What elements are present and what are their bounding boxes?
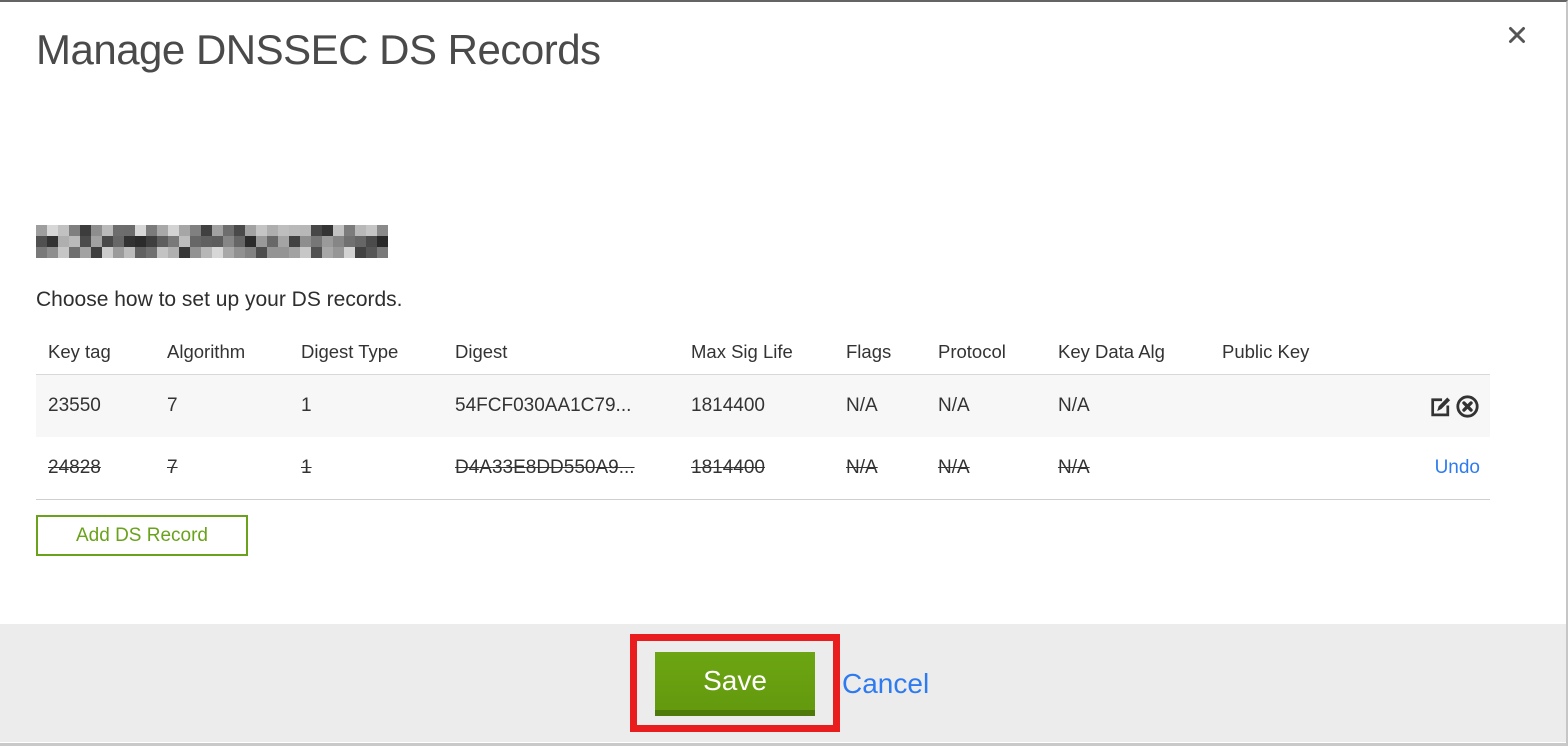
add-ds-record-button[interactable]: Add DS Record [36,515,248,556]
column-header: Public Key [1210,330,1410,375]
instruction-text: Choose how to set up your DS records. [36,288,403,311]
table-cell: 24828 [36,437,155,500]
redacted-domain-name [36,225,388,258]
table-cell: N/A [938,395,970,416]
table-cell: 1 [301,395,312,416]
row-actions [1410,375,1490,438]
ds-records-table-container: Key tag Algorithm Digest Type Digest Max Sig… [36,330,1490,500]
delete-icon[interactable] [1455,394,1480,419]
table-header-row: Key tag Algorithm Digest Type Digest Max Sig… [36,330,1490,375]
table-cell: 1814400 [679,437,834,500]
table-cell [1210,375,1410,438]
table-cell: N/A [834,437,926,500]
table-cell: 7 [167,395,178,416]
undo-link[interactable]: Undo [1435,457,1480,478]
table-row: 24828 7 1 D4A33E8DD550A9... 1814400 N/A N/A N/A… [36,437,1490,500]
ds-table-body: 23550 7 1 54FCF030AA1C79... 1814400 N/A N/A N/A… [36,374,1490,500]
column-header: Key Data Alg [1046,330,1210,375]
edit-icon[interactable] [1428,394,1453,419]
column-header: Protocol [926,330,1046,375]
column-header-actions [1410,330,1490,375]
column-header: Max Sig Life [679,330,834,375]
table-cell: N/A [1046,437,1210,500]
table-cell: N/A [846,395,878,416]
close-button[interactable] [1502,22,1532,52]
table-cell: 1814400 [691,395,765,416]
close-icon [1506,24,1528,51]
dnssec-modal: Manage DNSSEC DS Records Choose how to s… [0,0,1568,746]
save-button[interactable]: Save [655,652,815,716]
cancel-link[interactable]: Cancel [842,668,929,700]
table-cell: 1 [289,437,443,500]
ds-records-table: Key tag Algorithm Digest Type Digest Max Sig… [36,330,1490,500]
row-actions: Undo [1410,437,1490,500]
column-header: Key tag [36,330,155,375]
column-header: Digest [443,330,679,375]
column-header: Algorithm [155,330,289,375]
table-cell: N/A [926,437,1046,500]
table-cell: N/A [1058,395,1090,416]
table-row: 23550 7 1 54FCF030AA1C79... 1814400 N/A N/A N/A [36,374,1490,438]
column-header: Flags [834,330,926,375]
table-cell: D4A33E8DD550A9... [443,437,679,500]
table-cell: 7 [155,437,289,500]
table-cell [1210,437,1410,500]
page-title: Manage DNSSEC DS Records [36,26,601,73]
table-cell: 23550 [48,395,101,416]
table-cell: 54FCF030AA1C79... [455,395,632,416]
column-header: Digest Type [289,330,443,375]
